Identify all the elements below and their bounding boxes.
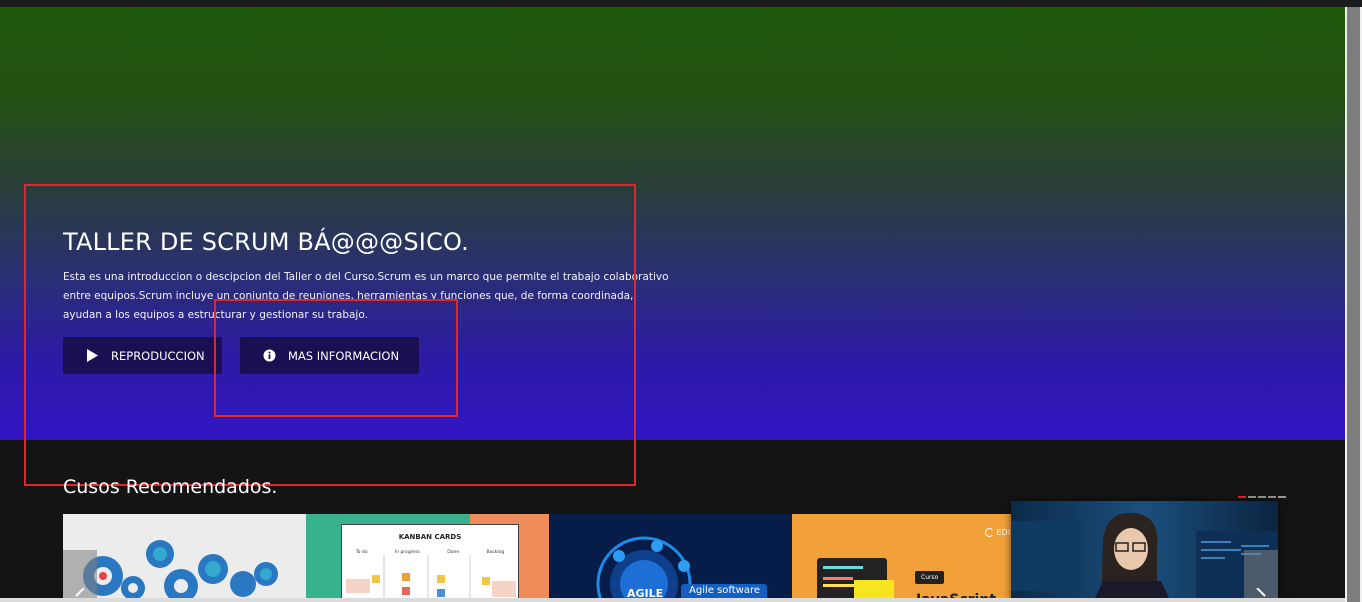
gears-illustration xyxy=(83,540,278,602)
brand-logo: EDI xyxy=(985,528,1010,537)
pager-dot[interactable] xyxy=(1258,496,1266,498)
more-info-button-label: MAS INFORMACION xyxy=(288,348,400,363)
kanban-board: KANBAN CARDS To do In progress Done Back… xyxy=(341,524,519,602)
developer-photo xyxy=(1011,512,1278,602)
course-card-developer[interactable] xyxy=(1011,501,1278,602)
play-icon xyxy=(85,349,99,363)
course-card-kanban[interactable]: KANBAN CARDS To do In progress Done Back… xyxy=(306,514,549,602)
pager-dot[interactable] xyxy=(1238,496,1246,498)
pager-dot[interactable] xyxy=(1248,496,1256,498)
play-button-label: REPRODUCCION xyxy=(111,348,205,363)
pager-dot[interactable] xyxy=(1278,496,1286,498)
bottom-edge xyxy=(0,598,1345,602)
carousel-prev-button[interactable] xyxy=(63,550,97,602)
kanban-cards-illustration xyxy=(346,555,516,602)
hero-description: Esta es una introduccion o descipcion de… xyxy=(63,271,669,321)
course-tag: Curso xyxy=(915,571,945,584)
kanban-board-title: KANBAN CARDS xyxy=(398,533,462,541)
carousel-next-button[interactable] xyxy=(1244,550,1278,602)
course-card-javascript[interactable]: Curso JavaScript EDI xyxy=(792,514,1035,602)
hero-banner xyxy=(0,7,1345,440)
pager-dot[interactable] xyxy=(1268,496,1276,498)
vertical-scrollbar[interactable] xyxy=(1345,7,1362,602)
brand-logo-icon xyxy=(985,528,994,537)
hero-title: TALLER DE SCRUM BÁ@@@SICO. xyxy=(63,228,469,256)
play-button[interactable]: REPRODUCCION xyxy=(63,337,222,374)
brand-logo-text: EDI xyxy=(996,528,1011,537)
course-card-agile[interactable]: AGILE Agile software xyxy=(549,514,792,602)
course-card-gears[interactable] xyxy=(63,514,306,602)
scrollbar-thumb[interactable] xyxy=(1347,7,1360,602)
top-bar xyxy=(0,0,1362,7)
info-icon xyxy=(262,349,276,363)
more-info-button[interactable]: MAS INFORMACION xyxy=(240,337,419,374)
carousel-pager xyxy=(1238,496,1286,498)
recommended-section-title: Cusos Recomendados. xyxy=(63,476,278,498)
agile-caption: Agile software xyxy=(689,585,761,596)
